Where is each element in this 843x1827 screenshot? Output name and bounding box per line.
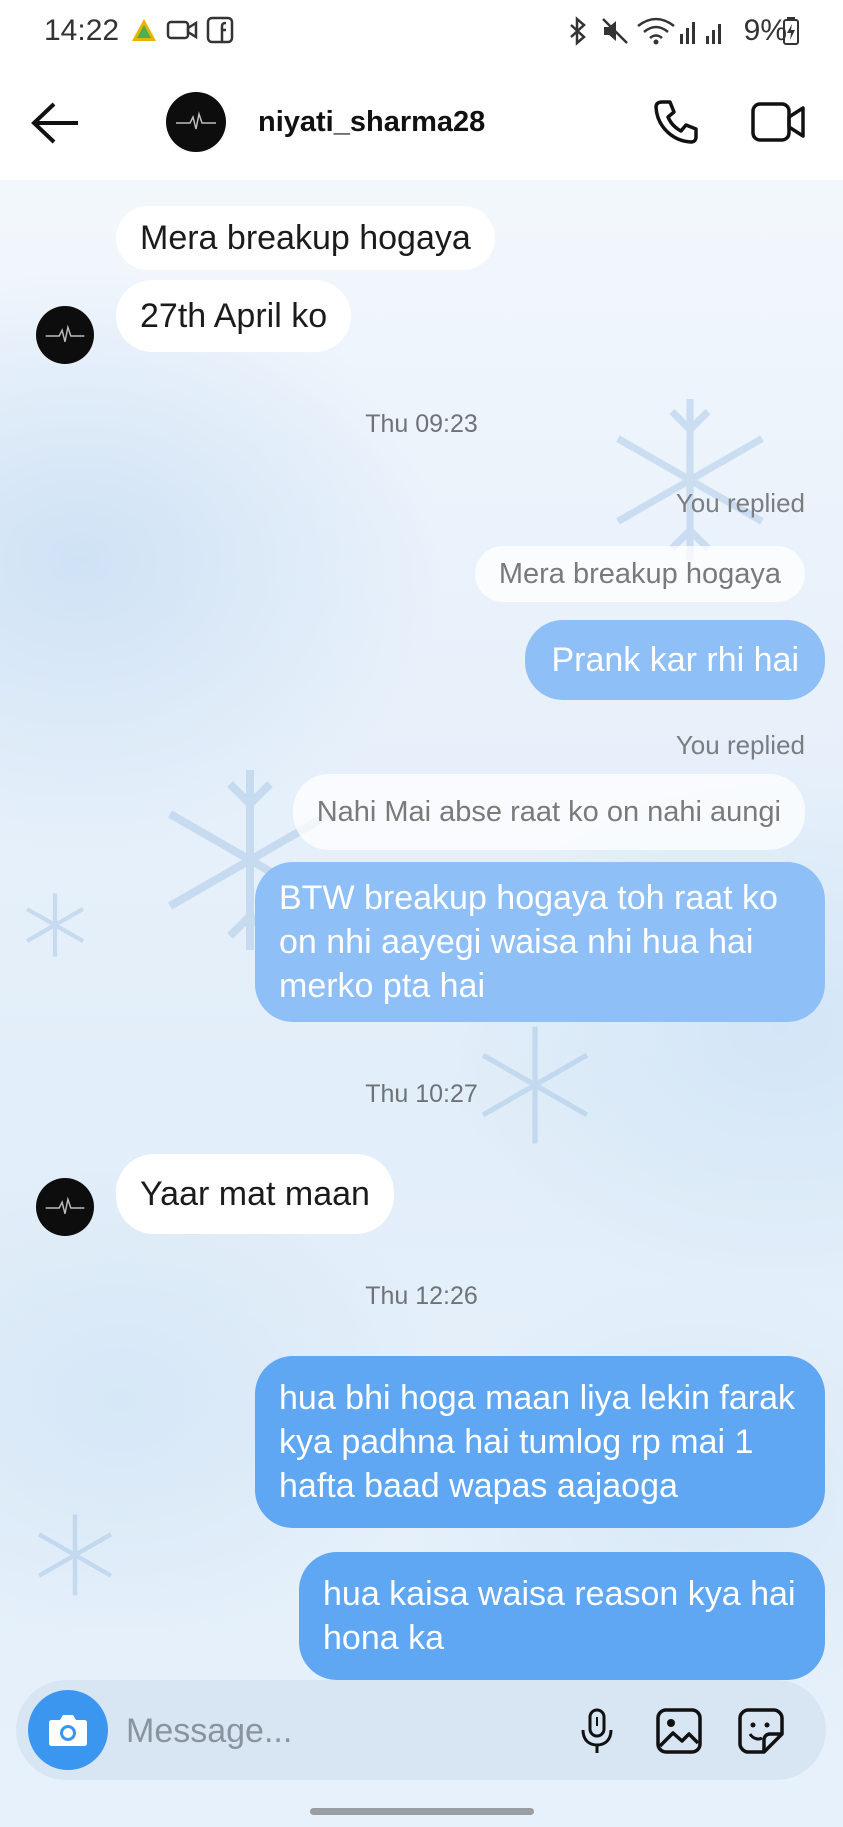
reply-label: You replied [675, 488, 805, 518]
signal-icon [680, 22, 721, 44]
message-text-line: hona ka [323, 1619, 444, 1657]
bluetooth-icon [570, 16, 586, 46]
timestamp: Thu 12:26 [365, 1282, 478, 1310]
microphone-icon[interactable] [572, 1706, 622, 1756]
chat-username[interactable]: niyati_sharma28 [258, 106, 485, 139]
message-text-line: merko pta hai [279, 967, 485, 1005]
quoted-message[interactable]: Mera breakup hogaya [474, 546, 805, 602]
heartbeat-icon [176, 111, 216, 130]
gallery-icon[interactable] [654, 1706, 704, 1756]
quote-text: Mera breakup hogaya [498, 558, 781, 590]
message-text-line: BTW breakup hogaya toh raat ko [279, 879, 778, 917]
snowflake-decoration [25, 893, 85, 957]
warning-triangle-icon [132, 19, 156, 41]
video-call-icon [166, 20, 198, 40]
message-text-line: hafta baad wapas aajaoga [279, 1467, 678, 1505]
video-camera-icon[interactable] [750, 98, 806, 146]
message-text: 27th April ko [140, 297, 328, 335]
camera-button[interactable] [28, 1690, 108, 1770]
avatar[interactable] [166, 92, 226, 152]
chat-header: niyati_sharma28 [0, 66, 843, 180]
outgoing-message[interactable]: hua bhi hoga maan liya lekin farak kya p… [255, 1356, 825, 1528]
message-text-line: on nhi aayegi waisa nhi hua hai [279, 923, 754, 961]
battery-icon [783, 17, 799, 45]
timestamp: Thu 09:23 [365, 410, 478, 438]
phone-icon[interactable] [650, 96, 702, 148]
snowflake-decoration [37, 1514, 113, 1596]
camera-icon [49, 1715, 87, 1746]
reply-label: You replied [675, 730, 805, 760]
incoming-message[interactable]: Mera breakup hogaya [116, 206, 495, 270]
quote-text: Nahi Mai abse raat ko on nahi aungi [316, 796, 781, 828]
message-text: Mera breakup hogaya [140, 219, 471, 257]
message-composer [16, 1680, 826, 1780]
status-bar: 14:22 9% [0, 0, 843, 66]
sticker-icon[interactable] [736, 1706, 786, 1756]
timestamp: Thu 10:27 [365, 1080, 478, 1108]
quoted-message[interactable]: Nahi Mai abse raat ko on nahi aungi [292, 774, 805, 850]
message-text-line: hua bhi hoga maan liya lekin farak [279, 1379, 795, 1417]
back-arrow-icon[interactable] [30, 100, 82, 146]
heartbeat-icon [45, 1196, 85, 1214]
outgoing-message[interactable]: hua kaisa waisa reason kya hai hona ka [299, 1552, 825, 1680]
heartbeat-icon [45, 324, 85, 342]
avatar[interactable] [36, 306, 94, 364]
mute-icon [602, 18, 628, 44]
facebook-icon [206, 16, 234, 44]
avatar[interactable] [36, 1178, 94, 1236]
home-indicator[interactable] [310, 1808, 534, 1815]
message-text-line: kya padhna hai tumlog rp mai 1 [279, 1423, 754, 1461]
message-text: Yaar mat maan [140, 1175, 370, 1213]
battery-percent: 9% [743, 14, 787, 47]
message-input[interactable] [124, 1700, 568, 1762]
outgoing-message[interactable]: Prank kar rhi hai [525, 620, 825, 700]
incoming-message[interactable]: Yaar mat maan [116, 1154, 394, 1234]
incoming-message[interactable]: 27th April ko [116, 280, 352, 352]
outgoing-message[interactable]: BTW breakup hogaya toh raat ko on nhi aa… [255, 862, 825, 1022]
status-time: 14:22 [44, 14, 120, 47]
message-text-line: hua kaisa waisa reason kya hai [323, 1575, 796, 1613]
wifi-icon [637, 17, 675, 45]
message-text: Prank kar rhi hai [551, 641, 799, 679]
